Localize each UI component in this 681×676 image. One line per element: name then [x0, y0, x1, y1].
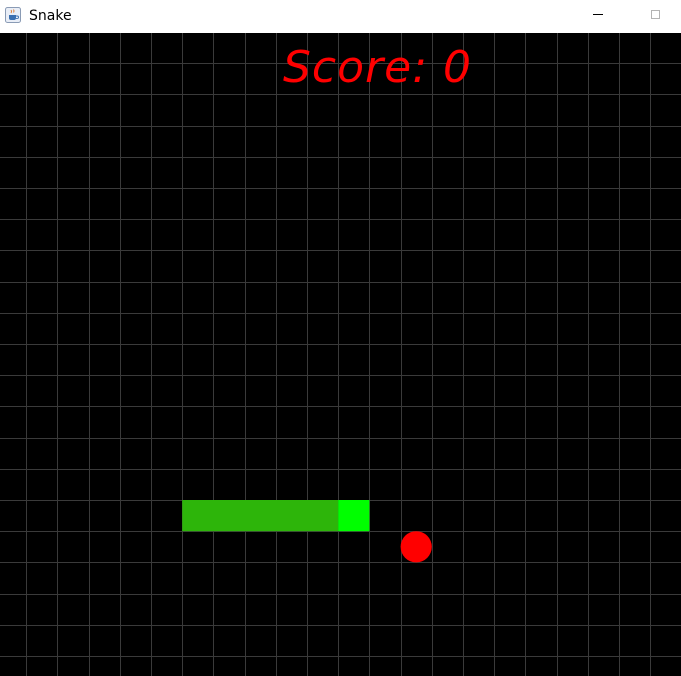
minimize-icon — [593, 14, 603, 15]
apple — [400, 531, 432, 563]
snake-body — [182, 500, 339, 532]
java-coffee-cup-icon — [5, 7, 21, 23]
game-canvas — [0, 33, 681, 676]
snake-window: Snake Score: 0 — [0, 0, 681, 676]
maximize-button[interactable] — [632, 0, 678, 31]
snake-head — [338, 500, 370, 532]
maximize-icon — [650, 10, 660, 19]
game-board[interactable]: Score: 0 — [0, 33, 681, 676]
title-bar[interactable]: Snake — [0, 0, 681, 33]
minimize-button[interactable] — [575, 0, 621, 31]
window-title: Snake — [29, 8, 72, 24]
score-label: Score: 0 — [283, 42, 473, 93]
